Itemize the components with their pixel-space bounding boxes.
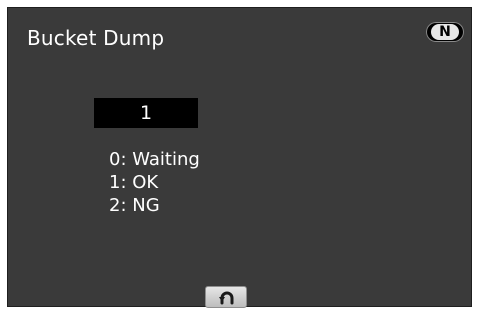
monitor-screen: Bucket Dump N 1 0: Waiting 1: OK 2: NG (7, 7, 472, 308)
legend-item-ng: 2: NG (109, 195, 160, 216)
return-arrow-icon (219, 291, 234, 305)
mode-indicator: N (426, 22, 464, 42)
page-title: Bucket Dump (27, 26, 165, 50)
legend-item-ok: 1: OK (109, 172, 159, 193)
back-button[interactable] (205, 286, 247, 308)
status-legend: 0: Waiting 1: OK 2: NG (109, 148, 200, 217)
legend-item-waiting: 0: Waiting (109, 149, 200, 170)
mode-label: N (431, 24, 459, 40)
status-value-display: 1 (94, 98, 198, 128)
